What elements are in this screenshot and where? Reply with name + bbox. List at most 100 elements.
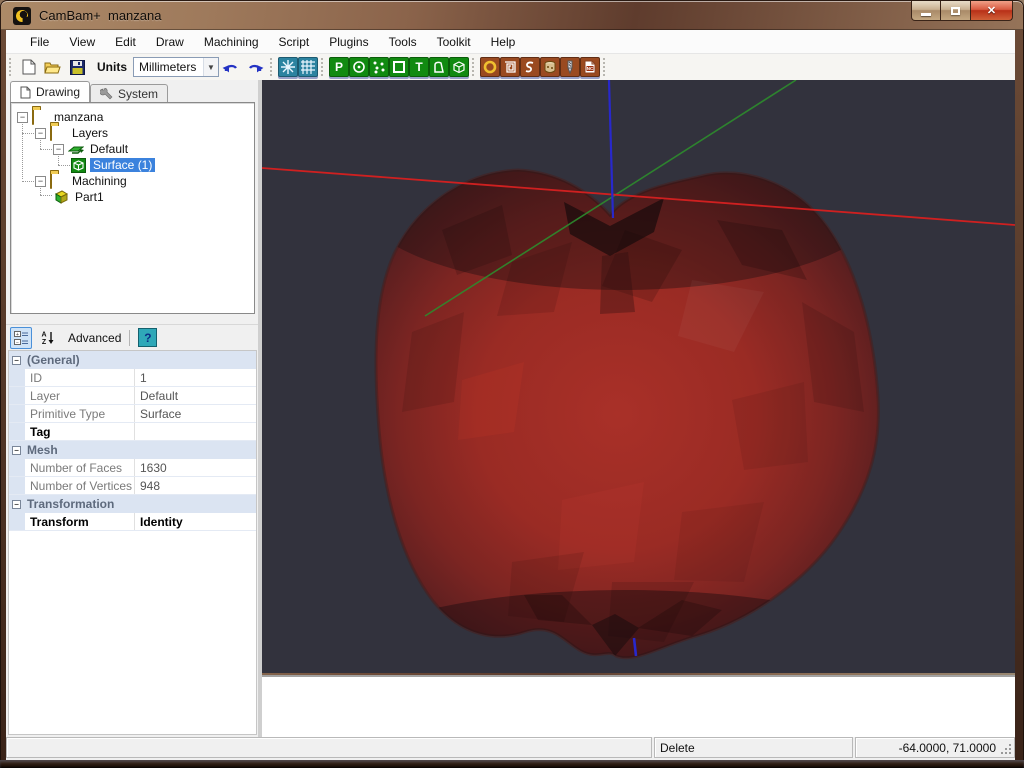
menu-draw[interactable]: Draw bbox=[146, 30, 194, 54]
toolbar-grip[interactable] bbox=[603, 58, 607, 76]
svg-text:A: A bbox=[41, 332, 46, 339]
categorized-view-icon[interactable]: +− bbox=[10, 327, 32, 349]
folder-icon bbox=[50, 174, 66, 188]
property-section[interactable]: − Transformation bbox=[9, 495, 256, 513]
menu-tools[interactable]: Tools bbox=[379, 30, 427, 54]
advanced-button[interactable]: Advanced bbox=[68, 331, 121, 345]
alphabetical-sort-icon[interactable]: AZ bbox=[36, 327, 58, 349]
tree-node-manzana[interactable]: − manzana bbox=[17, 109, 106, 125]
folder-icon bbox=[50, 126, 66, 140]
property-value[interactable]: Surface bbox=[135, 407, 256, 421]
toolbar-grip[interactable] bbox=[9, 58, 13, 76]
tab-system[interactable]: System bbox=[90, 84, 168, 102]
section-label: Mesh bbox=[27, 443, 58, 457]
new-file-icon[interactable] bbox=[18, 56, 40, 78]
status-mode-text: Delete bbox=[660, 741, 695, 755]
menu-toolkit[interactable]: Toolkit bbox=[427, 30, 481, 54]
3d-profile-toolpath-icon[interactable] bbox=[560, 57, 580, 77]
property-value[interactable]: Default bbox=[135, 389, 256, 403]
circle-icon[interactable] bbox=[349, 57, 369, 77]
collapse-icon[interactable]: − bbox=[35, 128, 46, 139]
window-border-right bbox=[1015, 30, 1024, 762]
engrave-toolpath-icon[interactable] bbox=[520, 57, 540, 77]
collapse-icon[interactable]: − bbox=[35, 176, 46, 187]
close-button[interactable]: ✕ bbox=[971, 1, 1013, 21]
svg-text:+: + bbox=[15, 331, 18, 337]
point-list-icon[interactable] bbox=[369, 57, 389, 77]
grid-icon[interactable] bbox=[298, 57, 318, 77]
menu-machining[interactable]: Machining bbox=[194, 30, 269, 54]
property-row[interactable]: Tag bbox=[9, 423, 256, 441]
property-row[interactable]: Layer Default bbox=[9, 387, 256, 405]
tree-node-default-layer[interactable]: − Default bbox=[53, 141, 131, 157]
menu-file[interactable]: File bbox=[20, 30, 59, 54]
property-section[interactable]: − Mesh bbox=[9, 441, 256, 459]
region-icon[interactable] bbox=[429, 57, 449, 77]
save-icon[interactable] bbox=[66, 56, 88, 78]
property-row[interactable]: Primitive Type Surface bbox=[9, 405, 256, 423]
rectangle-icon[interactable] bbox=[389, 57, 409, 77]
property-value[interactable]: 1630 bbox=[135, 461, 256, 475]
tree-connector bbox=[40, 195, 52, 196]
cambam-window: CamBam+ manzana ✕ File View Edit Draw Ma… bbox=[0, 0, 1024, 768]
combo-dropdown-icon[interactable]: ▼ bbox=[203, 58, 218, 76]
window-title: CamBam+ manzana bbox=[39, 8, 161, 23]
section-label: Transformation bbox=[27, 497, 114, 511]
tree-node-layers[interactable]: − Layers bbox=[35, 125, 111, 141]
gcode-icon[interactable]: NC bbox=[580, 57, 600, 77]
menu-plugins[interactable]: Plugins bbox=[319, 30, 378, 54]
property-value[interactable]: Identity bbox=[135, 515, 256, 529]
left-panel: Drawing System − manzana − bbox=[6, 80, 258, 737]
pocket-toolpath-icon[interactable] bbox=[500, 57, 520, 77]
toolbar-grip[interactable] bbox=[321, 58, 325, 76]
property-row[interactable]: ID 1 bbox=[9, 369, 256, 387]
app-icon[interactable] bbox=[13, 7, 31, 25]
redo-icon[interactable] bbox=[244, 56, 266, 78]
menu-help[interactable]: Help bbox=[481, 30, 526, 54]
drawing-tree[interactable]: − manzana − Layers − Default Surfa bbox=[10, 102, 255, 314]
panel-tabstrip: Drawing System bbox=[6, 80, 258, 102]
menu-edit[interactable]: Edit bbox=[105, 30, 146, 54]
help-icon[interactable]: ? bbox=[138, 328, 157, 347]
profile-toolpath-icon[interactable] bbox=[480, 57, 500, 77]
tree-node-machining[interactable]: − Machining bbox=[35, 173, 130, 189]
tree-node-part1[interactable]: Part1 bbox=[53, 189, 107, 205]
tab-drawing-label: Drawing bbox=[36, 85, 80, 99]
tree-node-label: Default bbox=[87, 142, 131, 156]
collapse-icon[interactable]: − bbox=[53, 144, 64, 155]
svg-text:Z: Z bbox=[41, 339, 46, 345]
resize-grip[interactable] bbox=[1000, 743, 1013, 756]
property-row[interactable]: Number of Faces 1630 bbox=[9, 459, 256, 477]
surface-icon bbox=[71, 158, 87, 172]
collapse-icon[interactable]: − bbox=[12, 446, 21, 455]
property-value[interactable]: 948 bbox=[135, 479, 256, 493]
toolbar-grip[interactable] bbox=[472, 58, 476, 76]
property-section[interactable]: − (General) bbox=[9, 351, 256, 369]
restore-button[interactable] bbox=[941, 1, 971, 21]
minimize-button[interactable] bbox=[911, 1, 941, 21]
tree-connector bbox=[22, 133, 34, 134]
menu-script[interactable]: Script bbox=[269, 30, 320, 54]
section-label: (General) bbox=[27, 353, 80, 367]
surface-icon[interactable] bbox=[449, 57, 469, 77]
polyline-icon[interactable]: P bbox=[329, 57, 349, 77]
main-toolbar: Units Millimeters ▼ P T bbox=[6, 54, 1015, 80]
snap-points-icon[interactable] bbox=[278, 57, 298, 77]
open-file-icon[interactable] bbox=[42, 56, 64, 78]
drill-toolpath-icon[interactable] bbox=[540, 57, 560, 77]
units-combobox[interactable]: Millimeters ▼ bbox=[133, 57, 219, 77]
menu-view[interactable]: View bbox=[59, 30, 105, 54]
text-icon[interactable]: T bbox=[409, 57, 429, 77]
3d-viewport[interactable] bbox=[262, 80, 1015, 673]
undo-icon[interactable] bbox=[220, 56, 242, 78]
tab-drawing[interactable]: Drawing bbox=[10, 81, 90, 102]
collapse-icon[interactable]: − bbox=[17, 112, 28, 123]
tree-connector bbox=[58, 165, 70, 166]
collapse-icon[interactable]: − bbox=[12, 356, 21, 365]
property-value[interactable]: 1 bbox=[135, 371, 256, 385]
collapse-icon[interactable]: − bbox=[12, 500, 21, 509]
property-row[interactable]: Number of Vertices 948 bbox=[9, 477, 256, 495]
property-row[interactable]: Transform Identity bbox=[9, 513, 256, 531]
toolbar-grip[interactable] bbox=[270, 58, 274, 76]
tree-node-surface[interactable]: Surface (1) bbox=[71, 157, 155, 173]
